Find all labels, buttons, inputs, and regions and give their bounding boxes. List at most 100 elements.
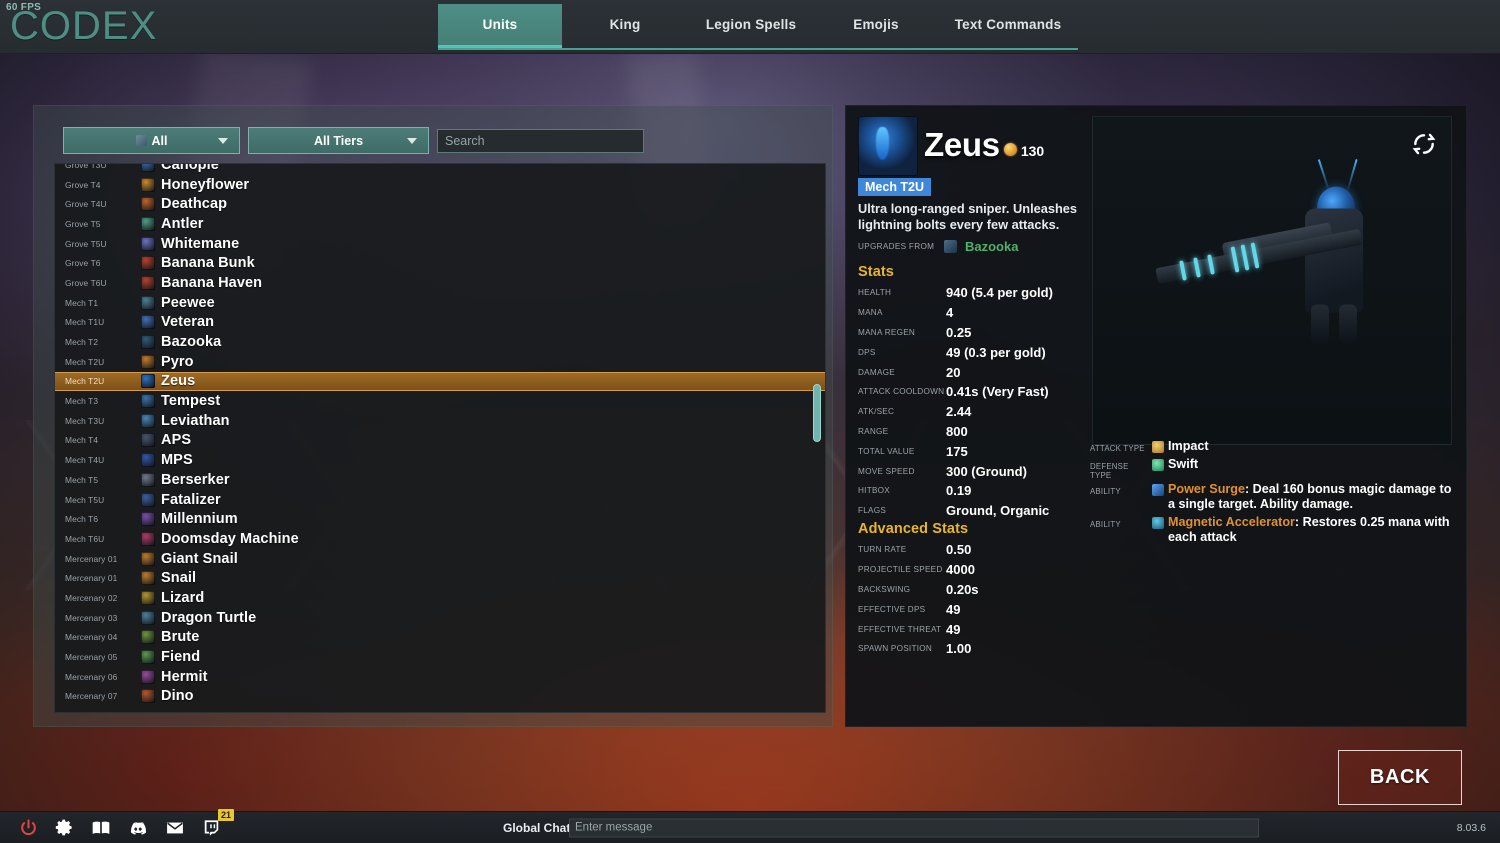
bazooka-icon: [944, 240, 957, 253]
upgrades-from-value[interactable]: Bazooka: [965, 239, 1018, 254]
stat-row: HITBOX 0.19: [858, 481, 1118, 501]
stat-key: FLAGS: [858, 506, 887, 516]
unit-thumbnail-icon: [141, 689, 155, 704]
search-input[interactable]: [437, 128, 644, 153]
list-item[interactable]: Mech T3 Tempest: [55, 391, 825, 411]
unit-tier-label: Mech T1U: [65, 317, 105, 328]
defense-type-value: Swift: [1168, 456, 1199, 471]
list-item[interactable]: Mech T4 APS: [55, 431, 825, 451]
list-item[interactable]: Mercenary 05 Fiend: [55, 647, 825, 667]
list-item[interactable]: Mercenary 01 Giant Snail: [55, 549, 825, 569]
power-icon[interactable]: [19, 818, 38, 837]
stat-row: HEALTH 940 (5.4 per gold): [858, 283, 1118, 303]
unit-name-label: Millennium: [161, 511, 238, 528]
list-item[interactable]: Mech T2U Pyro: [55, 352, 825, 372]
list-item[interactable]: Mercenary 06 Hermit: [55, 667, 825, 687]
defense-type-label: DEFENSE TYPE: [1090, 461, 1129, 480]
book-icon[interactable]: [91, 818, 111, 838]
chat-input[interactable]: [569, 818, 1259, 837]
tab-legion-spells[interactable]: Legion Spells: [688, 4, 814, 48]
unit-thumbnail-icon: [141, 590, 155, 605]
stat-row: DPS 49 (0.3 per gold): [858, 342, 1118, 362]
back-button[interactable]: BACK: [1338, 750, 1462, 805]
unit-list[interactable]: Grove T3U Canopie Grove T4 Honeyflower Grove…: [54, 163, 826, 713]
stat-value: 300 (Ground): [946, 463, 1027, 479]
list-item[interactable]: Mercenary 01 Snail: [55, 568, 825, 588]
list-item[interactable]: Grove T5U Whitemane: [55, 234, 825, 254]
list-item[interactable]: Mercenary 02 Lizard: [55, 588, 825, 608]
unit-thumbnail-icon: [141, 394, 155, 409]
stat-value: 0.50: [946, 542, 972, 558]
stats-section: Stats HEALTH 940 (5.4 per gold) MANA 4 MANA …: [858, 264, 1118, 521]
unit-name-label: Leviathan: [161, 412, 230, 429]
unit-name-label: Veteran: [161, 314, 215, 331]
stat-key: ATTACK COOLDOWN: [858, 387, 945, 397]
list-item[interactable]: Mech T2 Bazooka: [55, 332, 825, 352]
unit-model-preview[interactable]: [1092, 116, 1452, 445]
unit-name-label: Antler: [161, 215, 204, 232]
unit-tier-label: Grove T6: [65, 258, 101, 269]
unit-name-label: Lizard: [161, 589, 205, 606]
codex-screen: CODEX 60 FPS Units King Legion Spells Em…: [0, 0, 1500, 843]
unit-thumbnail-icon: [141, 551, 155, 566]
list-item[interactable]: Mercenary 07 Dino: [55, 687, 825, 707]
stat-row: TOTAL VALUE 175: [858, 441, 1118, 461]
rotate-model-icon[interactable]: [1411, 131, 1437, 157]
list-item[interactable]: Grove T4 Honeyflower: [55, 175, 825, 195]
unit-tier-label: Mercenary 05: [65, 652, 118, 663]
list-item[interactable]: Mech T6U Doomsday Machine: [55, 529, 825, 549]
unit-list-item-selected[interactable]: Mech T2U Zeus: [55, 371, 825, 392]
list-item[interactable]: Grove T3U Canopie: [55, 164, 825, 175]
list-item[interactable]: Grove T6 Banana Bunk: [55, 253, 825, 273]
unit-name-label: Brute: [161, 629, 200, 646]
list-item[interactable]: Mech T5 Berserker: [55, 470, 825, 490]
attack-type-value-wrap: Impact: [1152, 439, 1209, 455]
list-item[interactable]: Mercenary 03 Dragon Turtle: [55, 608, 825, 628]
scrollbar-thumb[interactable]: [813, 384, 821, 442]
stat-value: 4000: [946, 562, 975, 578]
list-item[interactable]: Mech T1U Veteran: [55, 313, 825, 333]
gear-icon[interactable]: [55, 818, 74, 837]
swift-icon: [1152, 458, 1164, 471]
list-item[interactable]: Grove T6U Banana Haven: [55, 273, 825, 293]
unit-name-label: Deathcap: [161, 196, 228, 213]
tab-emojis[interactable]: Emojis: [814, 4, 938, 48]
stat-row: DAMAGE 20: [858, 362, 1118, 382]
unit-name-label: APS: [161, 432, 192, 449]
list-item[interactable]: Mech T6 Millennium: [55, 509, 825, 529]
tier-filter-dropdown[interactable]: All Tiers: [248, 127, 429, 154]
list-item[interactable]: Mech T5U Fatalizer: [55, 490, 825, 510]
unit-list-scrollbar[interactable]: [813, 164, 821, 712]
stat-key: DAMAGE: [858, 367, 895, 377]
filter-bar: All All Tiers: [63, 127, 644, 154]
unit-thumbnail-icon: [141, 512, 155, 527]
advanced-stats-section: Advanced Stats TURN RATE 0.50 PROJECTILE S…: [858, 521, 1118, 659]
unit-tier-label: Mercenary 06: [65, 671, 118, 682]
list-item[interactable]: Grove T4U Deathcap: [55, 194, 825, 214]
ability-power-surge: Power Surge: Deal 160 bonus magic damage…: [1152, 482, 1458, 513]
unit-thumbnail-icon: [141, 630, 155, 645]
unit-tier-label: Grove T5U: [65, 238, 107, 249]
unit-thumbnail-icon: [141, 216, 155, 231]
stat-key: HEALTH: [858, 288, 892, 298]
unit-tier-label: Grove T5: [65, 218, 101, 229]
list-item[interactable]: Mech T4U MPS: [55, 450, 825, 470]
legion-filter-dropdown[interactable]: All: [63, 127, 240, 154]
antenna-right-icon: [1346, 159, 1358, 193]
list-item[interactable]: Mech T1 Peewee: [55, 293, 825, 313]
unit-name-label: Peewee: [161, 294, 215, 311]
list-item[interactable]: Mercenary 04 Brute: [55, 628, 825, 648]
unit-tier-label: Mech T1: [65, 297, 99, 308]
discord-icon[interactable]: [128, 818, 148, 838]
stat-key: MANA: [858, 308, 883, 318]
stat-key: RANGE: [858, 426, 889, 436]
stat-row: FLAGS Ground, Organic: [858, 501, 1118, 521]
list-item[interactable]: Mech T3U Leviathan: [55, 411, 825, 431]
list-item[interactable]: Grove T5 Antler: [55, 214, 825, 234]
tab-text-commands[interactable]: Text Commands: [938, 4, 1078, 48]
mail-icon[interactable]: [165, 818, 185, 838]
power-surge-icon: [1152, 483, 1164, 496]
tab-units[interactable]: Units: [438, 4, 562, 48]
twitch-icon[interactable]: 21: [202, 809, 235, 837]
tab-king[interactable]: King: [562, 4, 688, 48]
